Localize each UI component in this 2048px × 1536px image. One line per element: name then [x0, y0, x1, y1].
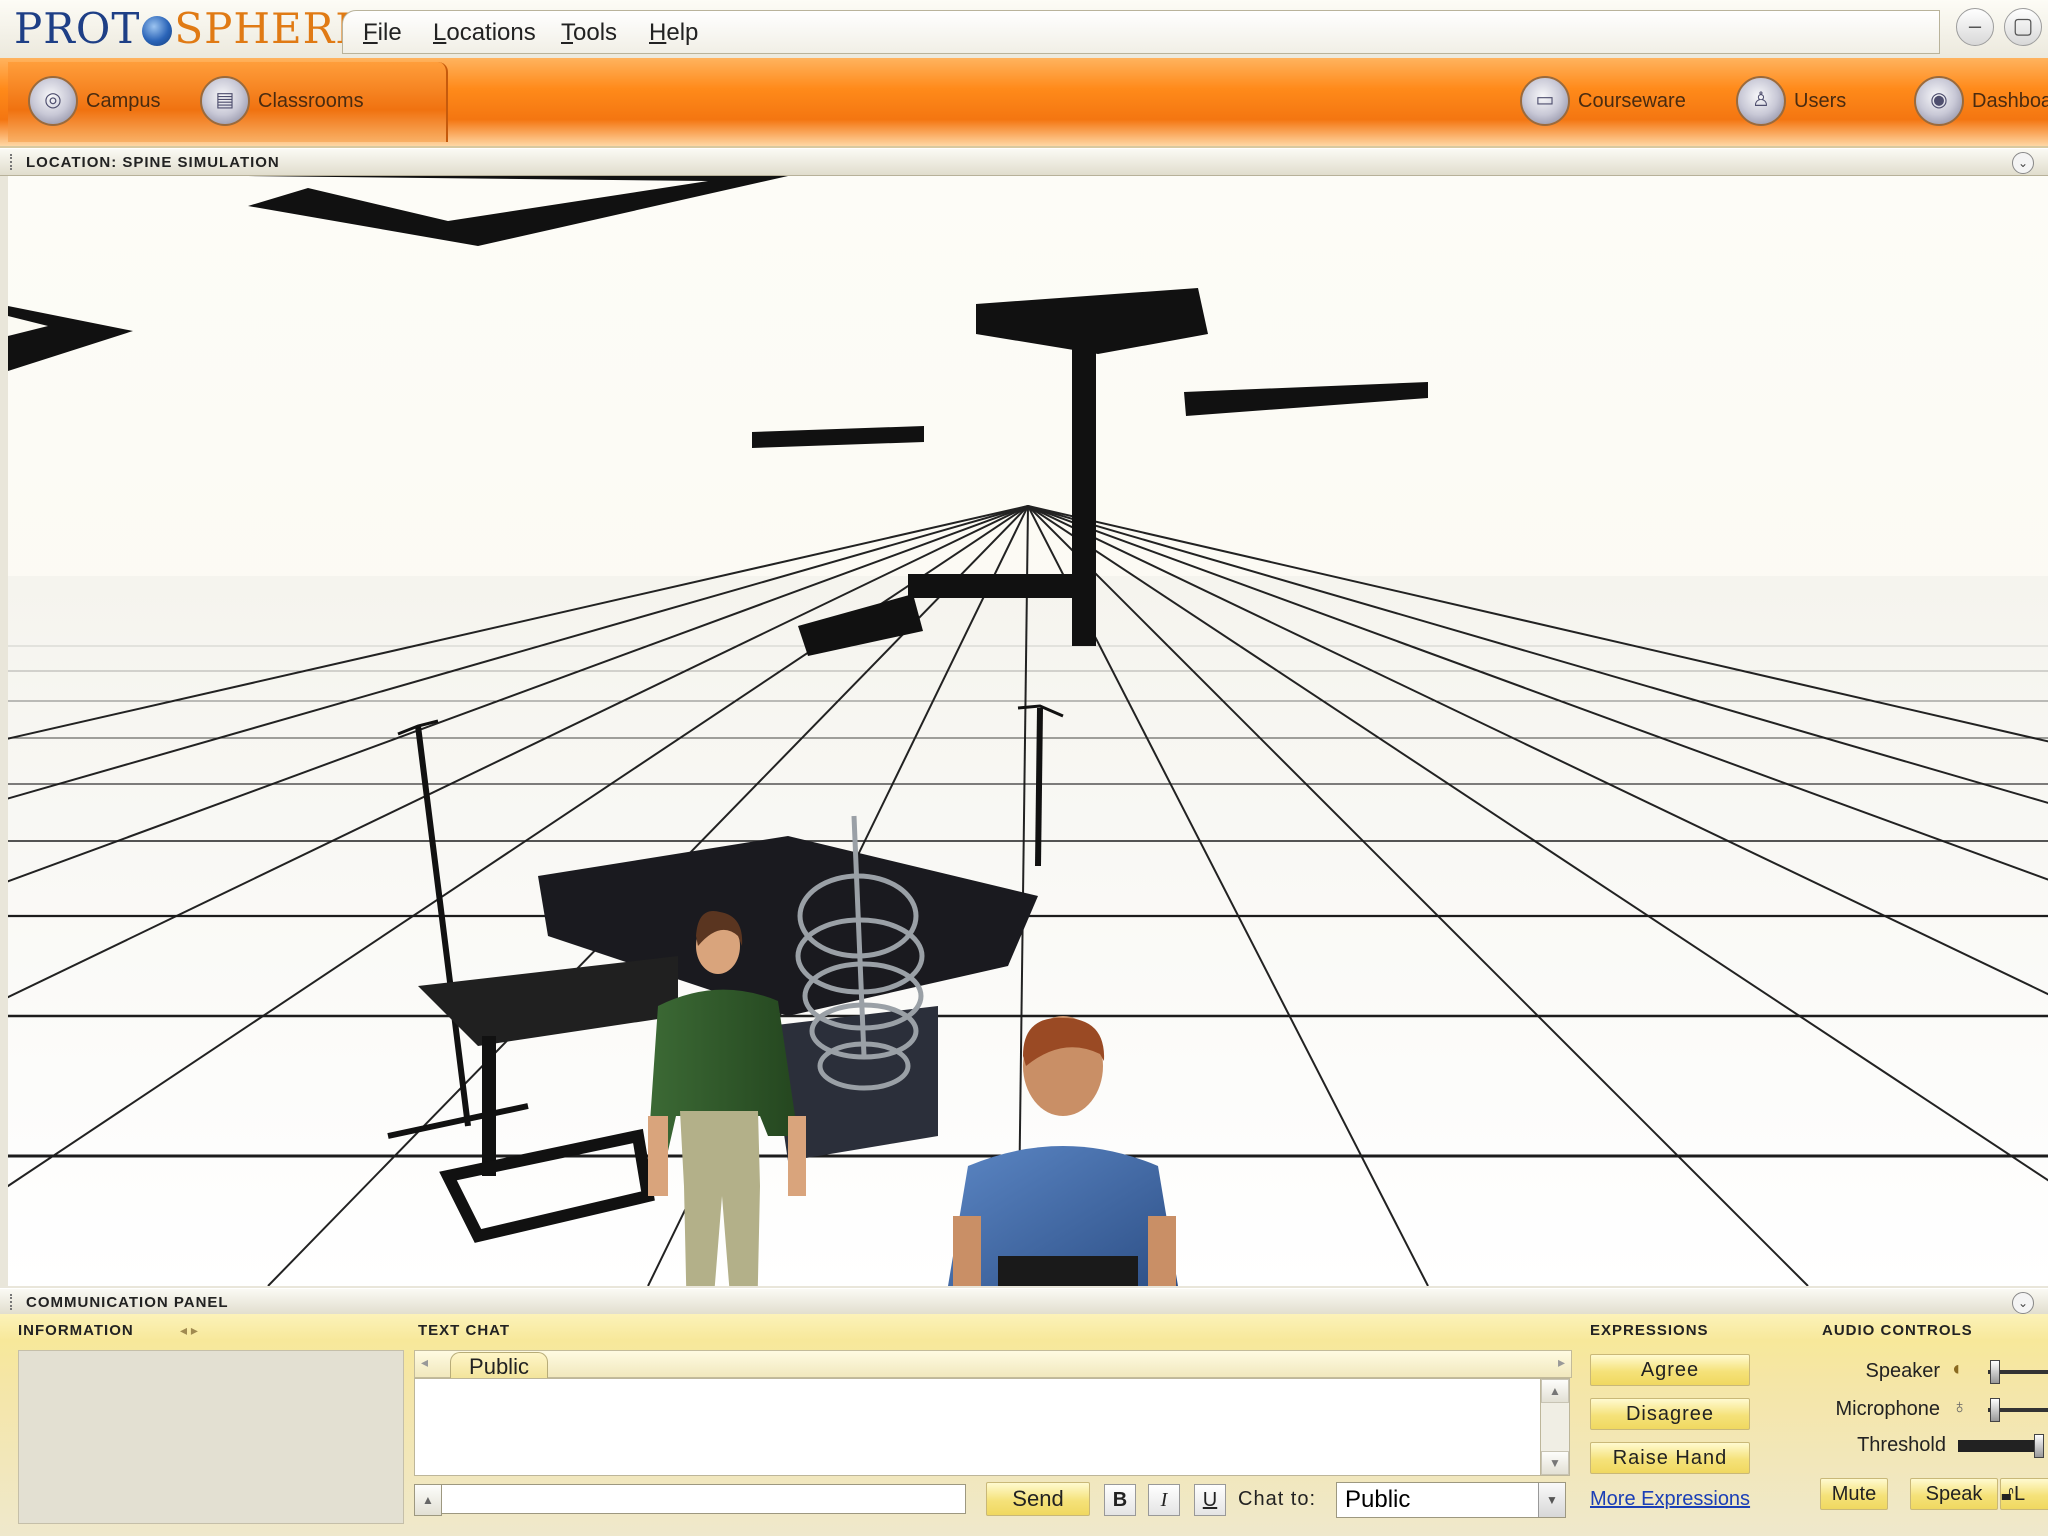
tab-scroll-left-icon[interactable]: ◂ — [421, 1354, 428, 1371]
mute-button[interactable]: Mute — [1820, 1478, 1888, 1510]
chat-to-label: Chat to: — [1238, 1488, 1317, 1510]
menu-file[interactable]: File — [363, 19, 402, 47]
toolbar-classrooms-label: Classrooms — [258, 89, 364, 112]
toolbar-campus-label: Campus — [86, 89, 161, 112]
toolbar-classrooms-button[interactable]: ▤ Classrooms — [200, 76, 364, 126]
toolbar-users-label: Users — [1794, 89, 1847, 112]
scroll-down-icon[interactable]: ▼ — [1541, 1451, 1569, 1475]
chat-to-value: Public — [1345, 1486, 1411, 1513]
threshold-slider[interactable] — [1958, 1440, 2038, 1452]
lock-label: L — [2013, 1483, 2026, 1505]
tab-public[interactable]: Public — [450, 1352, 548, 1379]
scroll-up-icon[interactable]: ▲ — [1541, 1379, 1569, 1403]
chat-tab-strip: ◂ ▸ — [414, 1350, 1572, 1378]
logo-text-sphere: SPHERE — [174, 4, 367, 53]
dashboard-icon: ◉ — [1914, 76, 1964, 126]
microphone-icon: ♁ — [1952, 1396, 1967, 1418]
send-button[interactable]: Send — [986, 1482, 1090, 1516]
toolbar-users-button[interactable]: ♙ Users — [1736, 76, 1846, 126]
arrow-left-right-icon[interactable]: ◂ ▸ — [180, 1322, 198, 1339]
input-history-icon[interactable]: ▲ — [414, 1484, 442, 1516]
microphone-label: Microphone — [1835, 1398, 1940, 1420]
campus-icon: ◎ — [28, 76, 78, 126]
chat-scrollbar[interactable]: ▲ ▼ — [1540, 1378, 1570, 1476]
agree-button[interactable]: Agree — [1590, 1354, 1750, 1386]
text-chat-title: TEXT CHAT — [418, 1322, 511, 1339]
app-logo: PROT SPHERE — [14, 4, 367, 54]
toolbar-courseware-button[interactable]: ▭ Courseware — [1520, 76, 1686, 126]
disagree-button[interactable]: Disagree — [1590, 1398, 1750, 1430]
location-bar: LOCATION: SPINE SIMULATION ⌄ — [0, 148, 2048, 176]
chat-log — [414, 1378, 1552, 1476]
toolbar-dashboard-label: Dashboa — [1972, 89, 2048, 112]
speaker-icon: ◖ — [1950, 1358, 1963, 1380]
speaker-slider-knob[interactable] — [1990, 1360, 2000, 1384]
microphone-slider-knob[interactable] — [1990, 1398, 2000, 1422]
raise-hand-button[interactable]: Raise Hand — [1590, 1442, 1750, 1474]
tab-scroll-right-icon[interactable]: ▸ — [1558, 1354, 1565, 1371]
globe-icon — [142, 16, 173, 46]
toolbar-dashboard-button[interactable]: ◉ Dashboa — [1914, 76, 2048, 126]
information-title: INFORMATION — [18, 1322, 134, 1339]
underline-button[interactable]: U — [1194, 1484, 1226, 1516]
logo-text-prot: PROT — [14, 4, 141, 53]
chat-to-select[interactable]: Public ▼ — [1336, 1482, 1566, 1518]
classrooms-icon: ▤ — [200, 76, 250, 126]
threshold-slider-knob[interactable] — [2034, 1434, 2044, 1458]
lock-icon: 🔓︎ — [2001, 1483, 2014, 1505]
lock-button[interactable]: 🔓︎L — [2000, 1478, 2048, 1510]
menu-locations[interactable]: Locations — [433, 19, 536, 47]
users-icon: ♙ — [1736, 76, 1786, 126]
italic-button[interactable]: I — [1148, 1484, 1180, 1516]
collapse-icon[interactable]: ⌄ — [2012, 1292, 2034, 1314]
menu-help[interactable]: Help — [649, 19, 698, 47]
collapse-icon[interactable]: ⌄ — [2012, 152, 2034, 174]
toolbar-courseware-label: Courseware — [1578, 89, 1686, 112]
maximize-button[interactable]: ▢ — [2004, 8, 2042, 46]
information-box — [18, 1350, 404, 1524]
expressions-title: EXPRESSIONS — [1590, 1322, 1709, 1339]
bold-button[interactable]: B — [1104, 1484, 1136, 1516]
menu-tools[interactable]: Tools — [561, 19, 617, 47]
communication-panel-title: COMMUNICATION PANEL — [26, 1294, 229, 1311]
communication-panel: INFORMATION ◂ ▸ TEXT CHAT ◂ ▸ Public ▲ ▼… — [0, 1314, 2048, 1536]
main-toolbar: ◎ Campus ▤ Classrooms ▭ Courseware ♙ Users ◉… — [0, 58, 2048, 148]
chevron-down-icon[interactable]: ▼ — [1538, 1483, 1565, 1517]
more-expressions-link[interactable]: More Expressions — [1590, 1488, 1750, 1511]
minimize-button[interactable]: – — [1956, 8, 1994, 46]
communication-panel-bar: COMMUNICATION PANEL ⌄ — [0, 1288, 2048, 1316]
speaker-label: Speaker — [1865, 1360, 1941, 1382]
grip-handle[interactable] — [10, 154, 16, 170]
toolbar-campus-button[interactable]: ◎ Campus — [28, 76, 160, 126]
menu-bar: File Locations Tools Help — [342, 10, 1940, 54]
location-title: LOCATION: SPINE SIMULATION — [26, 154, 280, 171]
grip-handle[interactable] — [10, 1294, 16, 1310]
title-bar: PROT SPHERE File Locations Tools Help – ▢ — [0, 0, 2048, 59]
threshold-label: Threshold — [1857, 1434, 1946, 1456]
scene-canvas[interactable] — [8, 176, 2048, 1286]
courseware-icon: ▭ — [1520, 76, 1570, 126]
audio-controls-title: AUDIO CONTROLS — [1822, 1322, 1973, 1339]
speak-button[interactable]: Speak — [1910, 1478, 1998, 1510]
chat-input[interactable] — [414, 1484, 966, 1514]
3d-viewport[interactable] — [8, 176, 2048, 1286]
